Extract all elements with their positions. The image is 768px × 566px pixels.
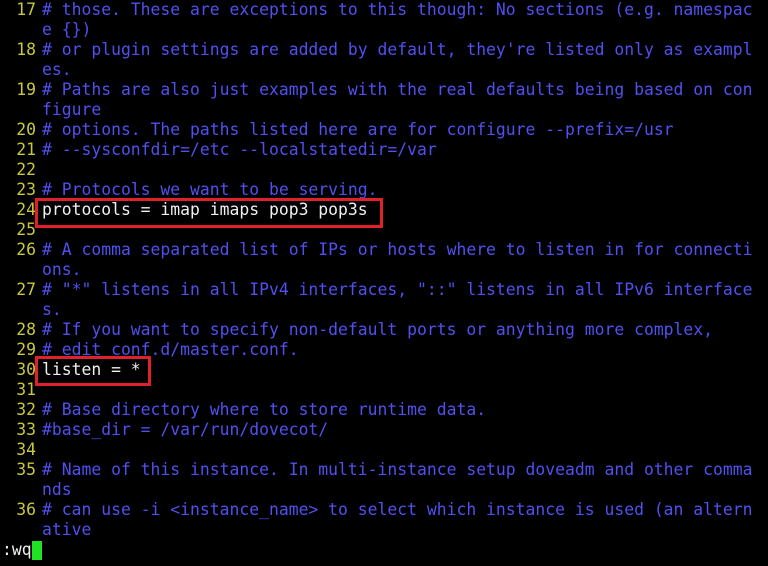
comment-line-text: e {}) [42, 20, 92, 39]
line-number: 24 [16, 200, 36, 219]
editor-line[interactable]: figure [0, 100, 768, 120]
editor-line[interactable]: 28 # If you want to specify non-default p… [0, 320, 768, 340]
command-line[interactable]: :wq [2, 540, 32, 560]
line-number: 23 [16, 180, 36, 199]
editor-line[interactable]: e {}) [0, 20, 768, 40]
editor-line[interactable]: 30 listen = * [0, 360, 768, 380]
line-number: 36 [16, 500, 36, 519]
line-number: 20 [16, 120, 36, 139]
editor-line[interactable]: 26 # A comma separated list of IPs or hos… [0, 240, 768, 260]
comment-line-text: nds [42, 480, 72, 499]
line-number: 25 [16, 220, 36, 239]
editor-line[interactable]: 24 protocols = imap imaps pop3 pop3s [0, 200, 768, 220]
comment-line-text: figure [42, 100, 102, 119]
editor-line[interactable]: 20 # options. The paths listed here are f… [0, 120, 768, 140]
editor-line[interactable]: 17 # those. These are exceptions to this … [0, 0, 768, 20]
line-number: 29 [16, 340, 36, 359]
editor-line[interactable]: 23 # Protocols we want to be serving. [0, 180, 768, 200]
text-cursor [32, 541, 42, 560]
line-number: 32 [16, 400, 36, 419]
comment-line-text: # or plugin settings are added by defaul… [42, 40, 753, 59]
config-line-text: protocols = imap imaps pop3 pop3s [42, 200, 368, 219]
editor-line[interactable]: 32 # Base directory where to store runtim… [0, 400, 768, 420]
comment-line-text: # Base directory where to store runtime … [42, 400, 487, 419]
editor-line[interactable]: 31 [0, 380, 768, 400]
editor-line[interactable]: 35 # Name of this instance. In multi-inst… [0, 460, 768, 480]
line-number: 30 [16, 360, 36, 379]
editor-line[interactable]: 29 # edit conf.d/master.conf. [0, 340, 768, 360]
vim-editor[interactable]: 17 # those. These are exceptions to this … [0, 0, 768, 566]
comment-line-text: # those. These are exceptions to this th… [42, 0, 753, 19]
comment-line-text: # A comma separated list of IPs or hosts… [42, 240, 753, 259]
editor-line[interactable]: nds [0, 480, 768, 500]
comment-line-text: ative [42, 520, 92, 539]
line-number: 19 [16, 80, 36, 99]
editor-line[interactable]: 25 [0, 220, 768, 240]
line-number: 35 [16, 460, 36, 479]
line-number: 17 [16, 0, 36, 19]
editor-line[interactable]: es. [0, 60, 768, 80]
editor-line[interactable]: 34 [0, 440, 768, 460]
editor-line[interactable]: 36 # can use -i <instance_name> to select… [0, 500, 768, 520]
editor-line[interactable]: 19 # Paths are also just examples with th… [0, 80, 768, 100]
comment-line-text: s. [42, 300, 62, 319]
line-number: 28 [16, 320, 36, 339]
comment-line-text: ons. [42, 260, 82, 279]
line-number: 18 [16, 40, 36, 59]
line-number: 34 [16, 440, 36, 459]
editor-line[interactable]: s. [0, 300, 768, 320]
comment-line-text: # Paths are also just examples with the … [42, 80, 753, 99]
comment-line-text: # --sysconfdir=/etc --localstatedir=/var [42, 140, 437, 159]
editor-line[interactable]: 21 # --sysconfdir=/etc --localstatedir=/v… [0, 140, 768, 160]
comment-line-text: # Name of this instance. In multi-instan… [42, 460, 753, 479]
editor-line[interactable]: 18 # or plugin settings are added by defa… [0, 40, 768, 60]
editor-line[interactable]: ons. [0, 260, 768, 280]
editor-line[interactable]: ative [0, 520, 768, 540]
comment-line-text: #base_dir = /var/run/dovecot/ [42, 420, 329, 439]
config-line-text: listen = * [42, 360, 141, 379]
line-number: 31 [16, 380, 36, 399]
line-number: 26 [16, 240, 36, 259]
editor-line[interactable]: 22 [0, 160, 768, 180]
comment-line-text: # If you want to specify non-default por… [42, 320, 714, 339]
comment-line-text: # options. The paths listed here are for… [42, 120, 674, 139]
editor-line[interactable]: 27 # "*" listens in all IPv4 interfaces, … [0, 280, 768, 300]
line-number: 27 [16, 280, 36, 299]
comment-line-text: # Protocols we want to be serving. [42, 180, 378, 199]
line-number: 21 [16, 140, 36, 159]
editor-line[interactable]: 33 #base_dir = /var/run/dovecot/ [0, 420, 768, 440]
line-number: 33 [16, 420, 36, 439]
comment-line-text: # edit conf.d/master.conf. [42, 340, 299, 359]
line-number: 22 [16, 160, 36, 179]
comment-line-text: # "*" listens in all IPv4 interfaces, ":… [42, 280, 753, 299]
comment-line-text: # can use -i <instance_name> to select w… [42, 500, 753, 519]
comment-line-text: es. [42, 60, 72, 79]
